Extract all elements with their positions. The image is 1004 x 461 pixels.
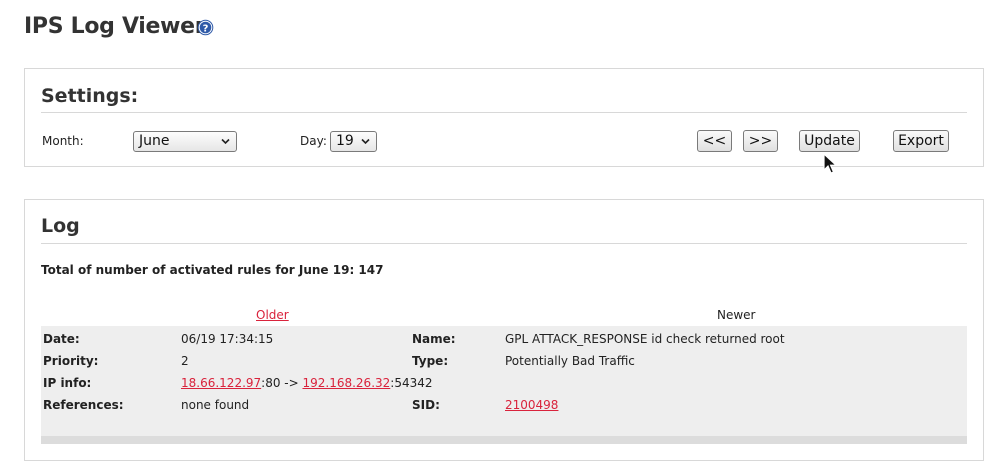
source-ip-link[interactable]: 18.66.122.97 <box>181 376 261 390</box>
source-port: :80 -> <box>261 376 303 390</box>
name-key: Name: <box>412 332 456 346</box>
update-button[interactable]: Update <box>799 130 860 152</box>
older-link[interactable]: Older <box>256 308 289 322</box>
ipinfo-value: 18.66.122.97:80 -> 192.168.26.32:54342 <box>181 376 433 390</box>
log-summary: Total of number of activated rules for J… <box>41 263 384 277</box>
priority-key: Priority: <box>43 354 99 368</box>
month-select-value: June <box>139 133 170 149</box>
destination-ip-link[interactable]: 192.168.26.32 <box>302 376 390 390</box>
log-divider <box>41 243 967 244</box>
page-title: IPS Log Viewer <box>24 14 206 39</box>
name-value: GPL ATTACK_RESPONSE id check returned ro… <box>505 332 785 346</box>
previous-day-button[interactable]: << <box>697 130 732 152</box>
sid-link[interactable]: 2100498 <box>505 398 558 412</box>
log-entry: Date: 06/19 17:34:15 Name: GPL ATTACK_RE… <box>41 326 967 444</box>
month-label: Month: <box>42 134 84 148</box>
settings-heading: Settings: <box>41 85 139 107</box>
svg-text:?: ? <box>203 23 209 34</box>
type-key: Type: <box>412 354 449 368</box>
export-button[interactable]: Export <box>893 130 949 152</box>
date-key: Date: <box>43 332 80 346</box>
settings-panel: Settings: Month: June Day: 19 << >> Upda… <box>24 68 984 167</box>
sid-key: SID: <box>412 398 440 412</box>
chevron-down-icon <box>221 138 230 145</box>
ipinfo-key: IP info: <box>43 376 92 390</box>
references-value: none found <box>181 398 250 412</box>
day-select-value: 19 <box>336 133 354 149</box>
day-label: Day: <box>300 134 327 148</box>
date-value: 06/19 17:34:15 <box>181 332 274 346</box>
chevron-down-icon <box>361 138 370 145</box>
priority-value: 2 <box>181 354 189 368</box>
destination-port: :54342 <box>390 376 433 390</box>
references-key: References: <box>43 398 124 412</box>
mouse-cursor-icon <box>823 153 837 174</box>
log-heading: Log <box>41 215 80 237</box>
newer-label: Newer <box>717 308 756 322</box>
day-select[interactable]: 19 <box>330 131 377 152</box>
type-value: Potentially Bad Traffic <box>505 354 635 368</box>
month-select[interactable]: June <box>133 131 237 152</box>
settings-divider <box>41 112 967 113</box>
log-panel: Log Total of number of activated rules f… <box>24 199 984 461</box>
help-icon[interactable]: ? <box>197 19 214 36</box>
next-day-button[interactable]: >> <box>743 130 778 152</box>
